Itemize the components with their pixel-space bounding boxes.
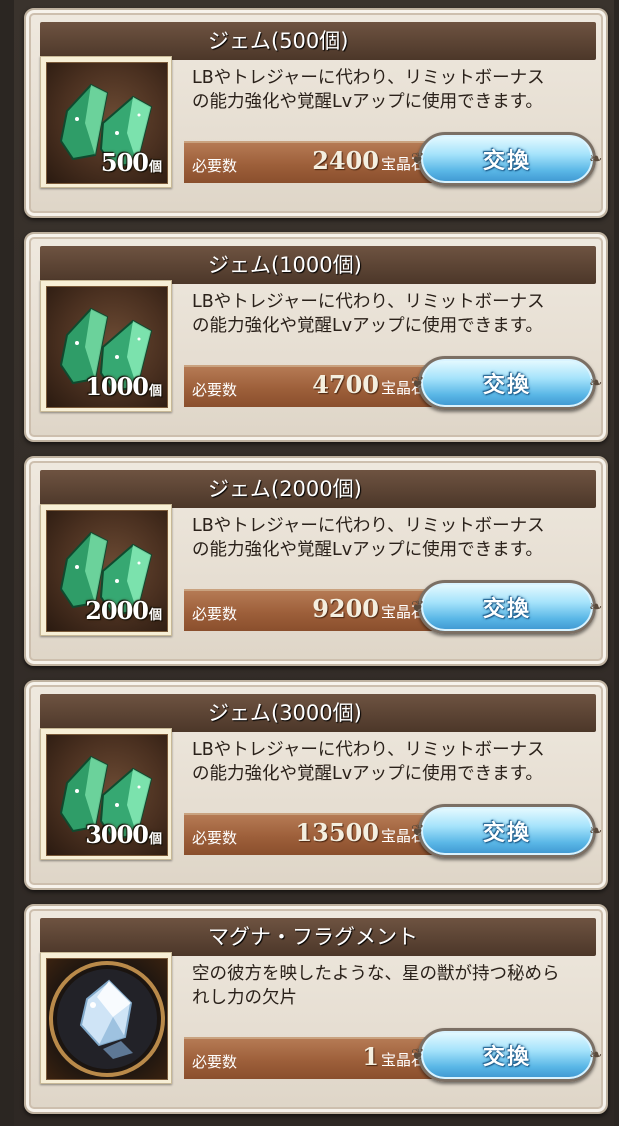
quantity-label: 500個 [100, 148, 162, 177]
exchange-item-card: ジェム(2000個) 2000個 LBやトレジャーに代わり、リミットボーナス の… [24, 456, 608, 666]
exchange-item-card: ジェム(1000個) 1000個 LBやトレジャーに代わり、リミットボーナス の… [24, 232, 608, 442]
ornament-right-icon: ❧ [589, 1045, 603, 1064]
item-title-bar: ジェム(2000個) [40, 470, 596, 508]
item-thumbnail: 3000個 [40, 728, 172, 860]
gem-icon: 3000個 [46, 734, 168, 856]
ornament-right-icon: ❧ [589, 821, 603, 840]
exchange-item-card: マグナ・フラグメント 空の彼方を映したような、星の獣が持つ秘めら れし力の欠片 … [24, 904, 608, 1114]
quantity-label: 2000個 [85, 596, 162, 625]
item-title-bar: ジェム(3000個) [40, 694, 596, 732]
cost-bar: 必要数 4700 宝晶石 [184, 365, 444, 407]
cost-value: 2400 宝晶石 [312, 146, 426, 175]
item-thumbnail [40, 952, 172, 1084]
ornament-right-icon: ❧ [589, 149, 603, 168]
exchange-list: ジェム(500個) 500個 LBやトレジャーに代わり、リミットボーナス の能力… [14, 0, 614, 1126]
cost-bar: 必要数 13500 宝晶石 [184, 813, 444, 855]
item-description: LBやトレジャーに代わり、リミットボーナス の能力強化や覚醒Lvアップに使用でき… [192, 292, 545, 336]
magna-fragment-icon [46, 958, 168, 1080]
item-thumbnail: 2000個 [40, 504, 172, 636]
exchange-item-card: ジェム(500個) 500個 LBやトレジャーに代わり、リミットボーナス の能力… [24, 8, 608, 218]
exchange-button[interactable]: ❦ 交換 ❧ [411, 1028, 602, 1082]
ornament-right-icon: ❧ [589, 373, 603, 392]
item-title-bar: ジェム(1000個) [40, 246, 596, 284]
item-title: ジェム(3000個) [208, 701, 362, 725]
quantity-label: 1000個 [85, 372, 162, 401]
quantity-label: 3000個 [85, 820, 162, 849]
gem-icon: 1000個 [46, 286, 168, 408]
cost-value: 13500 宝晶石 [295, 818, 426, 847]
exchange-button[interactable]: ❦ 交換 ❧ [411, 356, 602, 410]
item-thumbnail: 1000個 [40, 280, 172, 412]
item-title: ジェム(500個) [208, 29, 349, 53]
exchange-button[interactable]: ❦ 交換 ❧ [411, 580, 602, 634]
item-thumbnail: 500個 [40, 56, 172, 188]
item-title: ジェム(1000個) [208, 253, 362, 277]
exchange-item-card: ジェム(3000個) 3000個 LBやトレジャーに代わり、リミットボーナス の… [24, 680, 608, 890]
cost-label: 必要数 [192, 829, 238, 847]
exchange-button[interactable]: ❦ 交換 ❧ [411, 804, 602, 858]
cost-label: 必要数 [192, 157, 238, 175]
item-title-bar: マグナ・フラグメント [40, 918, 596, 956]
cost-label: 必要数 [192, 381, 238, 399]
item-description: 空の彼方を映したような、星の獣が持つ秘めら れし力の欠片 [192, 964, 560, 1008]
item-description: LBやトレジャーに代わり、リミットボーナス の能力強化や覚醒Lvアップに使用でき… [192, 516, 545, 560]
item-title: マグナ・フラグメント [208, 925, 418, 949]
cost-label: 必要数 [192, 605, 238, 623]
item-title-bar: ジェム(500個) [40, 22, 596, 60]
item-title: ジェム(2000個) [208, 477, 362, 501]
exchange-button[interactable]: ❦ 交換 ❧ [411, 132, 602, 186]
cost-value: 9200 宝晶石 [312, 594, 426, 623]
gem-icon: 2000個 [46, 510, 168, 632]
item-description: LBやトレジャーに代わり、リミットボーナス の能力強化や覚醒Lvアップに使用でき… [192, 68, 545, 112]
cost-label: 必要数 [192, 1053, 238, 1071]
cost-bar: 必要数 1 宝晶石 [184, 1037, 444, 1079]
cost-value: 4700 宝晶石 [312, 370, 426, 399]
cost-bar: 必要数 2400 宝晶石 [184, 141, 444, 183]
gem-icon: 500個 [46, 62, 168, 184]
cost-bar: 必要数 9200 宝晶石 [184, 589, 444, 631]
item-description: LBやトレジャーに代わり、リミットボーナス の能力強化や覚醒Lvアップに使用でき… [192, 740, 545, 784]
ornament-right-icon: ❧ [589, 597, 603, 616]
